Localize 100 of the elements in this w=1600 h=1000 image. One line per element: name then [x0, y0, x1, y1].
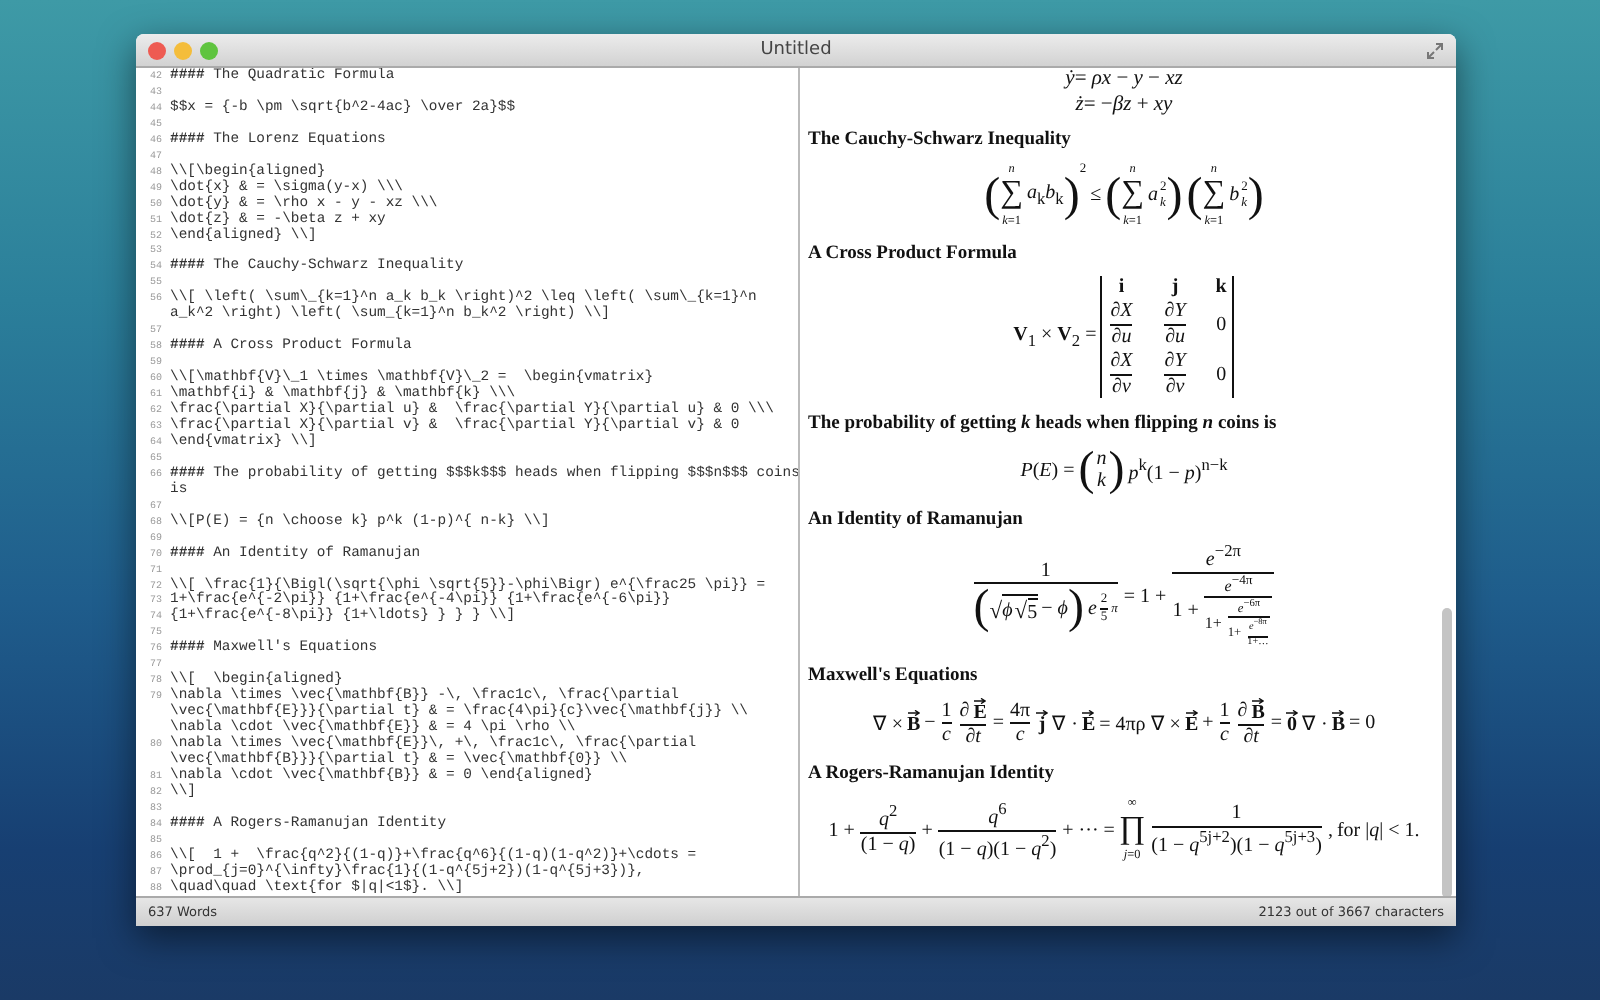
formula-text: B	[1331, 716, 1346, 737]
formula-text: ∂	[959, 699, 970, 723]
formula-text: + ··· =	[1062, 819, 1115, 842]
section-heading: A Cross Product Formula	[808, 244, 1019, 265]
formula-text: e$^{−2π}$	[1205, 542, 1241, 573]
formula-text: +	[921, 819, 933, 842]
section-heading: The probability of getting k heads when flipping n coins is	[808, 414, 1279, 435]
formula-text: ≤	[1090, 184, 1102, 207]
zoom-button[interactable]	[200, 41, 218, 59]
formula-text: ∂v	[1112, 375, 1131, 399]
vector-arrow-icon	[1332, 710, 1345, 717]
formula-text: a	[1148, 184, 1158, 207]
formula-text: c	[942, 724, 951, 748]
vector-arrow-icon	[1252, 697, 1265, 704]
formula-text: e$^{−4π}$	[1224, 574, 1253, 596]
formula-text: 1	[1231, 802, 1242, 826]
formula-text: = 0	[1349, 712, 1376, 735]
bracket: )	[1108, 446, 1125, 495]
vector-arrow-icon	[907, 710, 920, 717]
formula-text: +	[1202, 712, 1214, 735]
section-heading: Maxwell's Equations	[808, 665, 980, 686]
bracket: )	[1063, 171, 1080, 220]
formula-text: for |q| < 1.	[1336, 819, 1420, 842]
formula-text: k	[1215, 276, 1227, 299]
vector-arrow-icon	[1286, 710, 1299, 717]
formula-text: E	[1081, 716, 1096, 737]
vector-arrow-icon	[1036, 710, 1049, 717]
formula-text: E	[1184, 716, 1199, 737]
minimize-button[interactable]	[174, 41, 192, 59]
formula-text: ∇ ·	[1052, 711, 1078, 736]
formula-text: = 4πρ ∇ ×	[1099, 711, 1181, 736]
formula-text: e	[1087, 597, 1097, 621]
formula-text: j	[1038, 716, 1046, 737]
formula-text: 1	[1040, 559, 1051, 583]
formula-text: ∂Y	[1164, 350, 1186, 374]
formula-text: ∇ ×	[872, 711, 903, 736]
formula-text: ∂	[1237, 699, 1248, 723]
formula-text: a$_{k}$b$_{k}$	[1027, 182, 1064, 209]
operator-sign: ∑	[1121, 176, 1144, 214]
formula-text: 5	[1027, 601, 1038, 625]
operator-sign: ∑	[1202, 176, 1226, 214]
formula-text: j	[1171, 276, 1179, 299]
formula-text: c	[1015, 724, 1025, 748]
formula-text: ∂t	[965, 725, 981, 749]
vector-arrow-icon	[974, 697, 987, 704]
formula-text: i	[1118, 276, 1125, 299]
vector-arrow-icon	[1082, 710, 1095, 717]
formula-text: q$^{2}$	[878, 802, 898, 833]
formula-text: = 1 +	[1123, 585, 1167, 608]
formula-text: 0	[1216, 313, 1227, 336]
formula-text: b	[1229, 184, 1240, 207]
section-heading: The Cauchy-Schwarz Inequality	[808, 130, 1073, 150]
formula-text: 1	[1219, 699, 1230, 723]
formula-text: 1	[941, 699, 952, 723]
formula-text: ∂u	[1111, 325, 1132, 349]
vector-arrow-icon	[1185, 710, 1198, 717]
formula-text: − ϕ	[1041, 597, 1068, 621]
bracket: (	[984, 171, 1001, 220]
fullscreen-icon[interactable]	[1426, 41, 1444, 59]
formula-text: 1+	[1204, 614, 1222, 634]
section-heading: A Rogers-Ramanujan Identity	[808, 764, 1056, 785]
section-heading: An Identity of Ramanujan	[808, 510, 1025, 531]
operator-sign: ∑	[1000, 176, 1023, 214]
formula-text: ,	[1327, 819, 1333, 842]
formula-text: (1 − q)(1 − q$^{2}$)	[938, 831, 1057, 861]
formula-text: 0	[1287, 716, 1298, 737]
formula-text: ϕ	[1002, 599, 1013, 623]
formula-text: =	[992, 712, 1005, 735]
formula-text: p$^{k}$(1 − p)$^{n−k}$	[1128, 456, 1228, 485]
formula-text: B	[906, 716, 921, 737]
formula-text: ∂X	[1110, 300, 1133, 324]
formula-text: −	[924, 712, 936, 735]
formula-text: (1 − q$^{5j+2}$)(1 − q$^{5j+3}$)	[1151, 827, 1322, 858]
formula-line: ẏ= ρx − y − xz	[1065, 68, 1183, 92]
bracket: (	[1078, 446, 1095, 495]
formula-text: ∂v	[1165, 375, 1185, 399]
formula-text: ∇ ·	[1302, 711, 1328, 736]
close-button[interactable]	[148, 41, 166, 59]
bracket: )	[1166, 171, 1183, 220]
radical-sign: √	[1014, 601, 1028, 625]
formula-text: E	[973, 703, 987, 724]
bracket: (	[1186, 171, 1203, 220]
formula-line: ż= −βz + xy	[1075, 92, 1173, 118]
formula-text: P(E) =	[1020, 459, 1075, 482]
bracket: )	[1067, 584, 1084, 633]
formula-text: 0	[1216, 363, 1227, 386]
formula-text: c	[1220, 724, 1229, 748]
radical-sign: √	[989, 601, 1003, 625]
formula-text: ∂Y	[1164, 300, 1186, 324]
window-title: Untitled	[760, 40, 832, 60]
operator-sign: ∏	[1118, 811, 1146, 849]
formula-text: 1 +	[1172, 600, 1199, 624]
bracket: )	[1247, 171, 1264, 220]
formula-text: k	[1097, 470, 1106, 494]
formula-text: ∂u	[1165, 325, 1186, 349]
bracket: (	[1105, 171, 1122, 220]
scrollbar-thumb[interactable]	[1442, 608, 1452, 896]
formula-text: =	[1270, 712, 1283, 735]
formula-text: 4π	[1010, 699, 1031, 723]
formula-text: V$_{1}$ × V$_{2}$ =	[1013, 324, 1097, 351]
